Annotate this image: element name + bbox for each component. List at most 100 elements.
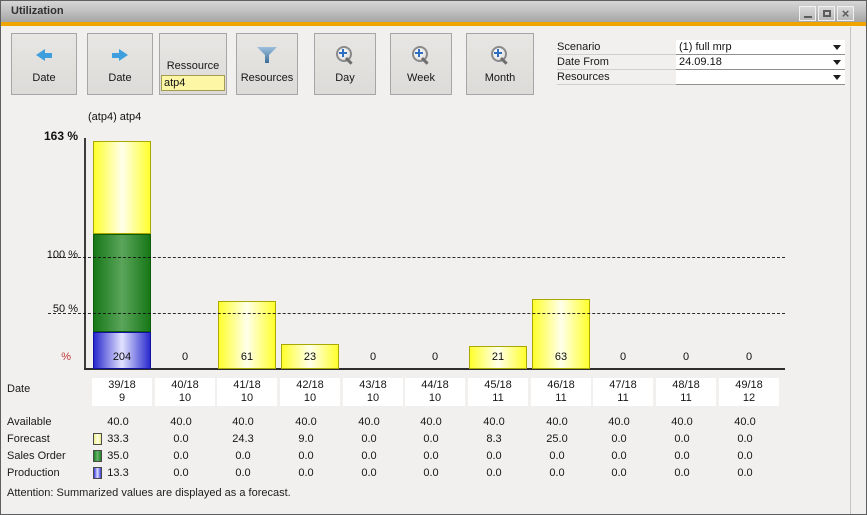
maximize-button[interactable]: [818, 6, 835, 21]
table-cell: 0.0: [152, 467, 210, 480]
bar-value-label: 63: [532, 351, 590, 363]
toolbar-button-label: Day: [335, 72, 355, 84]
row-label-available: Available: [7, 416, 51, 429]
magnifier-handle: [500, 57, 508, 65]
table-cell: 40.0: [716, 416, 774, 429]
bar-value-label: 0: [720, 351, 778, 363]
toolbar-button-date-forward[interactable]: Date: [87, 33, 153, 95]
table-cell: 0.0: [528, 450, 586, 463]
date-cell: 39/189: [92, 378, 152, 406]
bar-value-label: 0: [594, 351, 652, 363]
form-value-scenario: (1) full mrp: [679, 40, 732, 54]
arrow-tail: [45, 53, 52, 58]
table-cell: 0.0: [402, 433, 460, 446]
chevron-down-icon[interactable]: [833, 60, 841, 65]
toolbar-button-month[interactable]: Month: [466, 33, 534, 95]
table-cell: 9.0: [277, 433, 335, 446]
form-combo-date-from[interactable]: 24.09.18: [676, 55, 845, 70]
date-cell: 43/1810: [343, 378, 403, 406]
close-button[interactable]: ×: [837, 6, 854, 21]
toolbar-button-icon-area: [36, 40, 52, 70]
table-cell: 40.0: [402, 416, 460, 429]
bar-value-label: 204: [93, 351, 151, 363]
date-cell: 42/1810: [280, 378, 340, 406]
table-cell: 40.0: [465, 416, 523, 429]
toolbar-button-date-back[interactable]: Date: [11, 33, 77, 95]
date-week: 45/18: [468, 379, 528, 392]
gridline-50pct: [48, 313, 785, 314]
toolbar-button-ressource[interactable]: Ressource: [159, 33, 227, 95]
table-cell: 0.0: [340, 433, 398, 446]
chevron-down-icon[interactable]: [833, 75, 841, 80]
table-cell: 25.0: [528, 433, 586, 446]
date-month: 11: [593, 392, 653, 405]
magnifier-pv: [497, 49, 499, 57]
minimize-icon: [804, 16, 812, 18]
date-month: 10: [405, 392, 465, 405]
table-cell: 0.0: [402, 467, 460, 480]
magnifier-pv: [342, 49, 344, 57]
date-week: 47/18: [593, 379, 653, 392]
bar-segment-sales-order: [93, 234, 151, 332]
bar-value-label: 23: [281, 351, 339, 363]
magnifier-handle: [421, 57, 429, 65]
table-cell: 0.0: [653, 433, 711, 446]
date-cell: 48/1811: [656, 378, 716, 406]
window-title: Utilization: [11, 1, 64, 22]
chart-title: (atp4) atp4: [88, 111, 141, 123]
title-bar[interactable]: Utilization ×: [1, 1, 866, 23]
arrow-right-icon: [112, 49, 128, 61]
content-panel-edge: [850, 27, 851, 514]
bar-value-label: 61: [218, 351, 276, 363]
maximize-icon: [823, 10, 831, 17]
row-label-sales-order: Sales Order: [7, 450, 66, 463]
table-cell: 0.0: [590, 450, 648, 463]
zoom-icon: [335, 45, 355, 65]
table-cell: 0.0: [716, 450, 774, 463]
date-month: 11: [468, 392, 528, 405]
table-cell: 33.3: [89, 433, 147, 446]
close-icon: ×: [842, 8, 850, 19]
date-cell: 40/1810: [155, 378, 215, 406]
table-cell: 0.0: [152, 450, 210, 463]
ressource-input[interactable]: [161, 75, 225, 91]
y-axis-line: [84, 138, 86, 369]
date-week: 44/18: [405, 379, 465, 392]
toolbar-button-resources[interactable]: Resources: [236, 33, 298, 95]
date-cell: 49/1812: [719, 378, 779, 406]
y-axis-label: 163 %: [31, 130, 78, 143]
form-label-resources: Resources: [557, 70, 676, 85]
table-cell: 0.0: [340, 467, 398, 480]
attention-note: Attention: Summarized values are display…: [7, 487, 291, 499]
form-row-resources: Resources: [557, 70, 845, 85]
bar-segment-forecast: [93, 141, 151, 234]
toolbar-button-label: Date: [32, 72, 55, 84]
table-cell: 40.0: [152, 416, 210, 429]
toolbar-button-day[interactable]: Day: [314, 33, 376, 95]
form-combo-scenario[interactable]: (1) full mrp: [676, 40, 845, 55]
date-cell: 41/1810: [217, 378, 277, 406]
row-label-forecast: Forecast: [7, 433, 50, 446]
chevron-down-icon[interactable]: [833, 45, 841, 50]
form-combo-resources[interactable]: [676, 70, 845, 85]
date-week: 40/18: [155, 379, 215, 392]
toolbar-button-label: Date: [108, 72, 131, 84]
date-month: 10: [280, 392, 340, 405]
table-cell: 0.0: [152, 433, 210, 446]
table-cell: 0.0: [590, 433, 648, 446]
table-cell: 0.0: [214, 467, 272, 480]
table-cell: 0.0: [277, 467, 335, 480]
date-month: 11: [656, 392, 716, 405]
arrow-tail: [112, 53, 119, 58]
date-week: 41/18: [217, 379, 277, 392]
magnifier-handle: [345, 57, 353, 65]
date-cell: 44/1810: [405, 378, 465, 406]
bar-value-label: 0: [657, 351, 715, 363]
minimize-button[interactable]: [799, 6, 816, 21]
toolbar-button-week[interactable]: Week: [390, 33, 452, 95]
table-cell: 24.3: [214, 433, 272, 446]
date-month: 12: [719, 392, 779, 405]
table-cell: 0.0: [716, 433, 774, 446]
table-cell: 0.0: [653, 450, 711, 463]
window-controls: ×: [799, 6, 854, 21]
